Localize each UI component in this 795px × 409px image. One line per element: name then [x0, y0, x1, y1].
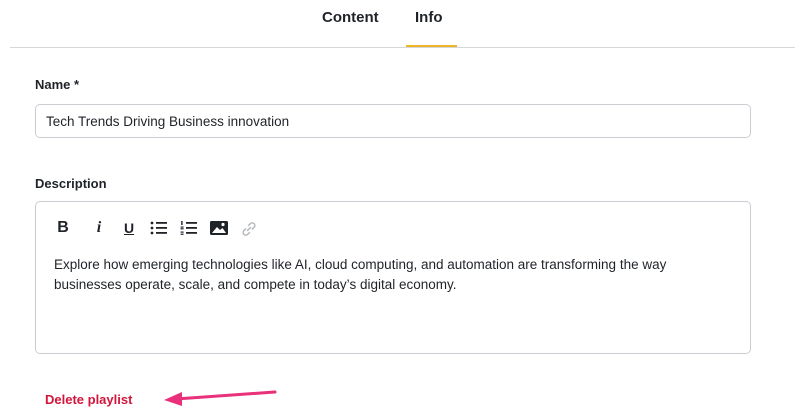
- bulleted-list-icon[interactable]: [148, 218, 170, 238]
- description-text: Explore how emerging technologies like A…: [54, 257, 667, 292]
- tab-content[interactable]: Content: [322, 9, 379, 26]
- tabs-divider: [10, 47, 795, 48]
- description-editor[interactable]: B i U Explore how emerging technologies …: [35, 201, 751, 354]
- image-icon[interactable]: [208, 218, 230, 238]
- description-label: Description: [35, 176, 107, 191]
- bold-button[interactable]: B: [52, 218, 74, 238]
- tab-bar: Content Info: [0, 0, 795, 48]
- underline-button[interactable]: U: [118, 218, 140, 238]
- tab-info[interactable]: Info: [415, 9, 443, 26]
- annotation-arrow-icon: [164, 390, 277, 406]
- name-input[interactable]: [35, 104, 751, 138]
- delete-playlist-link[interactable]: Delete playlist: [45, 392, 132, 407]
- name-label: Name *: [35, 77, 80, 92]
- italic-button[interactable]: i: [88, 218, 110, 238]
- link-icon[interactable]: [238, 218, 260, 238]
- numbered-list-icon[interactable]: [178, 218, 200, 238]
